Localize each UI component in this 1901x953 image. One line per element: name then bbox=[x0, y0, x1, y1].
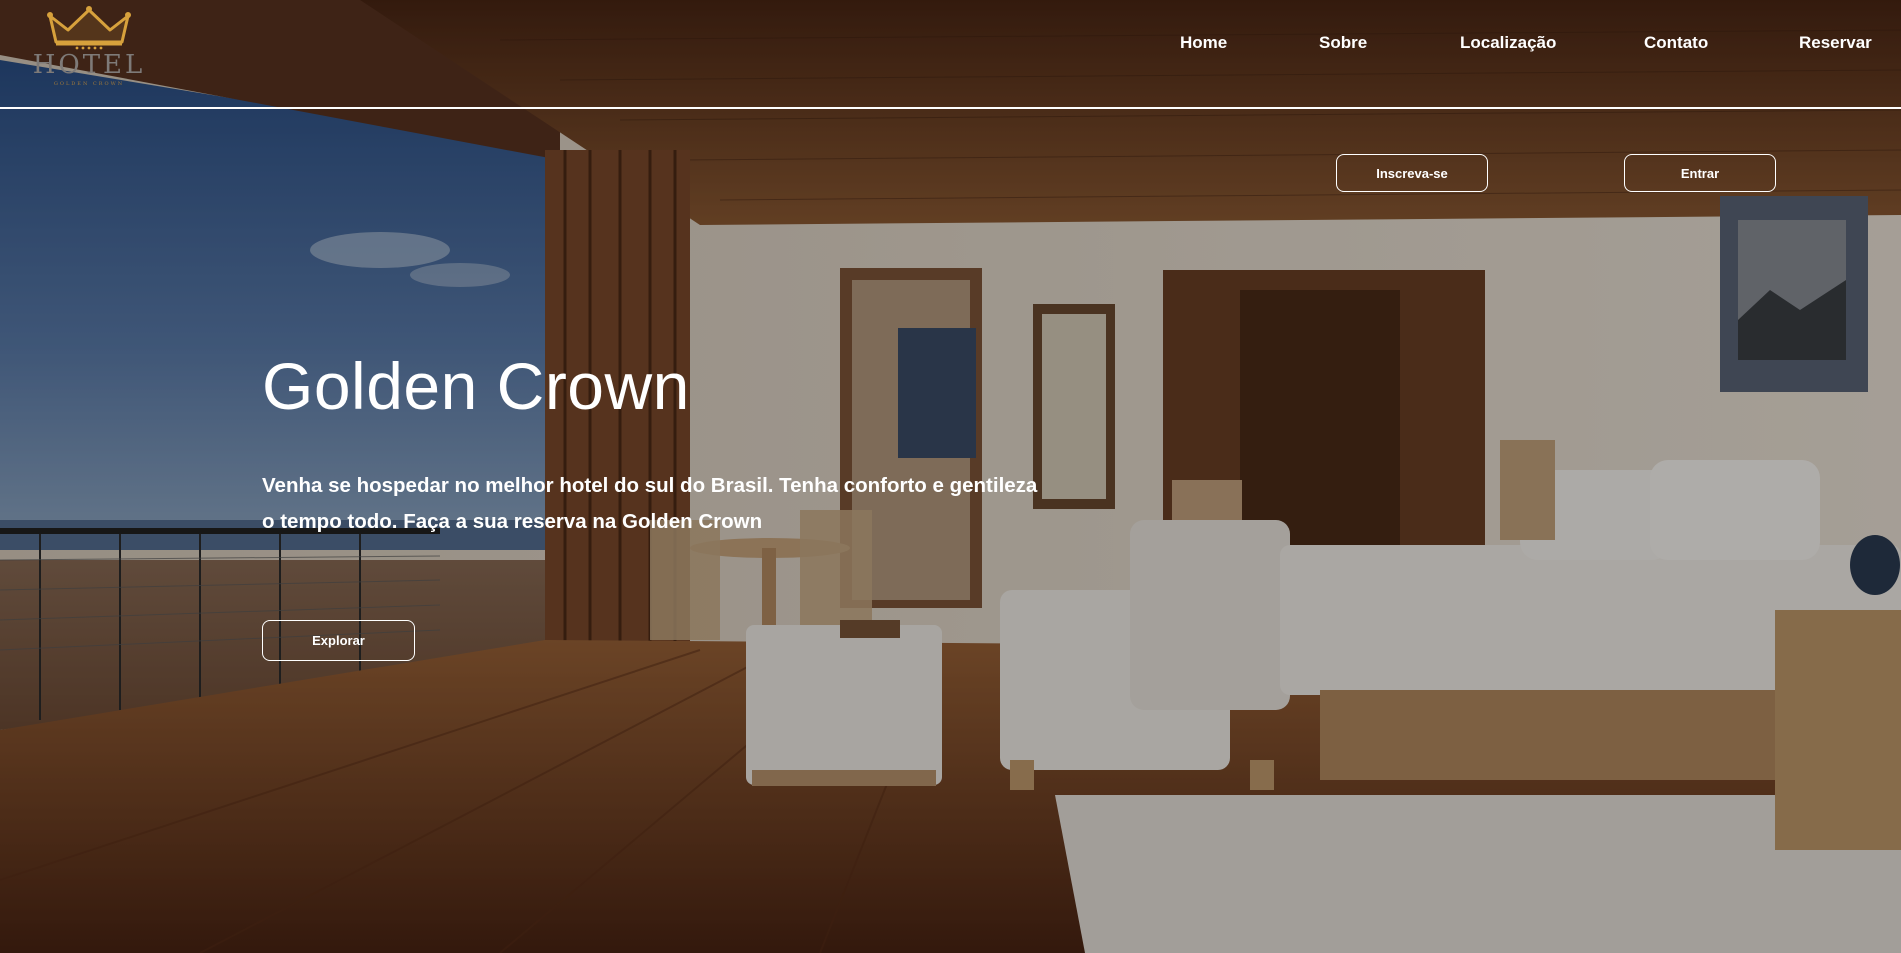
hotel-logo[interactable]: HOTEL GOLDEN CROWN bbox=[30, 4, 148, 90]
nav-link-reservar[interactable]: Reservar bbox=[1799, 33, 1872, 53]
nav-link-localizacao[interactable]: Localização bbox=[1460, 33, 1556, 53]
header-divider bbox=[0, 107, 1901, 109]
nav-link-home[interactable]: Home bbox=[1180, 33, 1227, 53]
logo-subtitle: GOLDEN CROWN bbox=[53, 81, 125, 87]
login-button[interactable]: Entrar bbox=[1624, 154, 1776, 192]
hero-description: Venha se hospedar no melhor hotel do sul… bbox=[262, 474, 1038, 533]
hero-section: HOTEL GOLDEN CROWN Home Sobre Localizaçã… bbox=[0, 0, 1901, 953]
logo-wordmark: HOTEL bbox=[32, 50, 146, 80]
nav-link-sobre[interactable]: Sobre bbox=[1319, 33, 1367, 53]
hero-title: Golden Crown bbox=[262, 349, 690, 423]
explore-button[interactable]: Explorar bbox=[262, 620, 415, 661]
nav-link-contato[interactable]: Contato bbox=[1644, 33, 1708, 53]
signup-button[interactable]: Inscreva-se bbox=[1336, 154, 1488, 192]
